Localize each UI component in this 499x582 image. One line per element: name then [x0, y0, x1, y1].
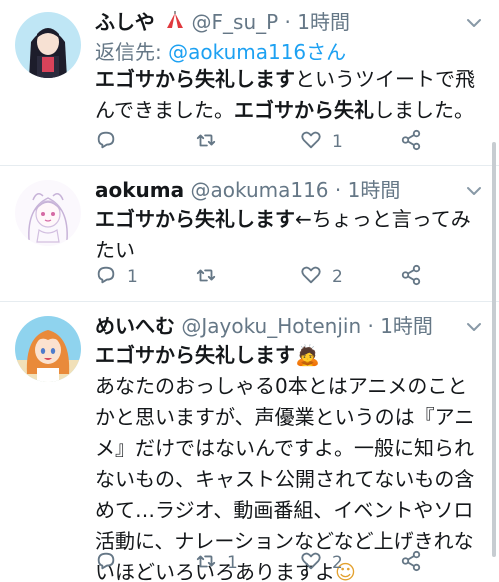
heart-icon	[300, 550, 322, 576]
like-count: 1	[332, 132, 343, 152]
avatar-fushiya[interactable]	[15, 12, 81, 78]
reply-handle-link[interactable]: @aokuma116さん	[168, 40, 346, 64]
like-count: 2	[332, 267, 343, 287]
action-bar: 1 2	[95, 548, 475, 578]
action-bar: 1 2	[95, 262, 475, 292]
avatar-meihemu[interactable]	[15, 316, 81, 382]
retweet-icon	[195, 264, 217, 290]
handle[interactable]: @aokuma116	[190, 178, 328, 202]
share-button[interactable]	[400, 262, 422, 292]
display-name[interactable]: aokuma	[95, 178, 184, 202]
reply-icon	[95, 129, 117, 155]
avatar-aokuma[interactable]	[15, 180, 81, 246]
retweet-button[interactable]	[195, 262, 227, 292]
tweet-1[interactable]: ふしや @F_su_P · 1時間 返信先: @aokuma116さん エゴサか…	[0, 0, 499, 165]
reply-button[interactable]	[95, 127, 127, 157]
like-count: 2	[332, 553, 343, 573]
tent-emoji-icon	[161, 10, 191, 34]
heart-icon	[300, 264, 322, 290]
handle[interactable]: @Jayoku_Hotenjin	[181, 314, 361, 338]
scrollbar[interactable]	[492, 142, 496, 557]
share-icon	[400, 550, 422, 576]
dot-separator: ·	[278, 10, 298, 34]
tweet-text-bold: エゴサから失礼します	[95, 67, 295, 91]
tweet-text: エゴサから失礼します←ちょっと言ってみたい	[95, 204, 485, 266]
retweet-icon	[195, 129, 217, 155]
tweet-text-bold: エゴサから失礼します	[95, 343, 295, 367]
reply-button[interactable]: 1	[95, 262, 138, 292]
share-icon	[400, 264, 422, 290]
heart-icon	[300, 129, 322, 155]
retweet-count: 1	[227, 553, 238, 573]
display-name[interactable]: ふしや	[95, 10, 155, 34]
reply-context: 返信先: @aokuma116さん	[95, 38, 346, 66]
reply-icon	[95, 550, 117, 576]
tweet-header: aokuma @aokuma116 · 1時間	[95, 176, 400, 204]
reply-prefix: 返信先:	[95, 40, 169, 64]
display-name[interactable]: めいへむ	[95, 314, 175, 338]
tweet-text-rest-2: しました。	[374, 98, 474, 122]
timestamp[interactable]: 1時間	[297, 10, 350, 34]
dot-separator: ·	[361, 314, 381, 338]
bowing-person-emoji: 🙇	[295, 343, 320, 367]
tweet-text-bold-2: エゴサから失礼	[234, 98, 374, 122]
chevron-down-icon[interactable]	[463, 12, 485, 34]
like-button[interactable]: 1	[300, 127, 343, 157]
timestamp[interactable]: 1時間	[348, 178, 401, 202]
tweet-3[interactable]: めいへむ @Jayoku_Hotenjin · 1時間 エゴサから失礼します🙇 …	[0, 302, 499, 582]
share-button[interactable]	[400, 548, 422, 578]
action-bar: 1	[95, 127, 475, 157]
tweet-text: エゴサから失礼しますというツイートで飛んできました。エゴサから失礼しました。	[95, 64, 485, 126]
share-button[interactable]	[400, 127, 422, 157]
tweet-2[interactable]: aokuma @aokuma116 · 1時間 エゴサから失礼します←ちょっと言…	[0, 166, 499, 301]
reply-count: 1	[127, 267, 138, 287]
handle[interactable]: @F_su_P	[192, 10, 279, 34]
tweet-text: エゴサから失礼します🙇 あなたのおっしゃる0本とはアニメのことかと思いますが、声…	[95, 340, 485, 582]
dot-separator: ·	[328, 178, 348, 202]
chevron-down-icon[interactable]	[463, 316, 485, 338]
chevron-down-icon[interactable]	[463, 180, 485, 202]
reply-icon	[95, 264, 117, 290]
tweet-header: ふしや @F_su_P · 1時間	[95, 8, 350, 36]
like-button[interactable]: 2	[300, 548, 343, 578]
timestamp[interactable]: 1時間	[380, 314, 433, 338]
retweet-button[interactable]	[195, 127, 227, 157]
retweet-button[interactable]: 1	[195, 548, 238, 578]
share-icon	[400, 129, 422, 155]
retweet-icon	[195, 550, 217, 576]
tweet-header: めいへむ @Jayoku_Hotenjin · 1時間	[95, 312, 433, 340]
tweet-text-bold: エゴサから失礼します	[95, 207, 295, 231]
like-button[interactable]: 2	[300, 262, 343, 292]
reply-button[interactable]	[95, 548, 127, 578]
